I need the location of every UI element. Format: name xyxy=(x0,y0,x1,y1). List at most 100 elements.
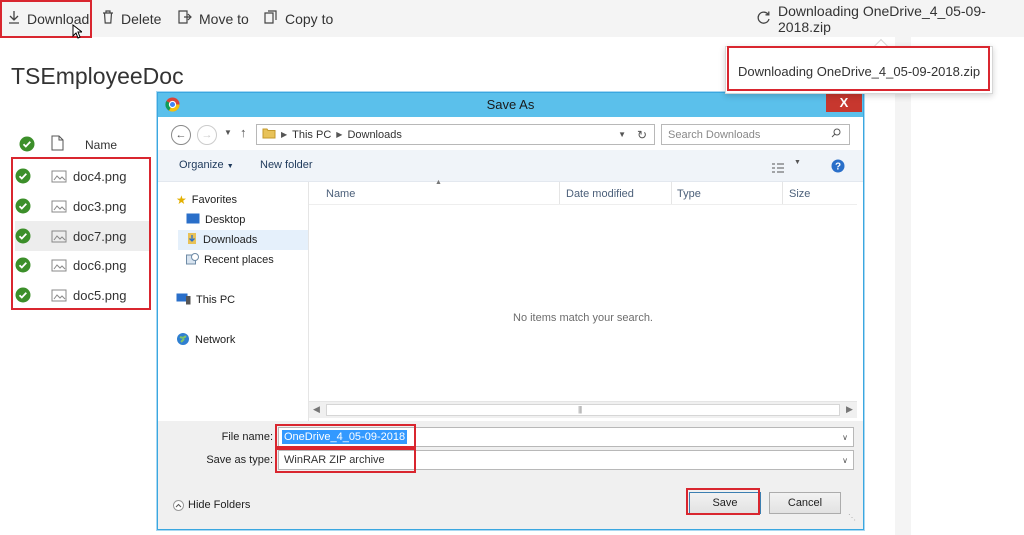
list-item[interactable]: doc3.png xyxy=(15,191,150,221)
organize-menu[interactable]: Organize ▼ xyxy=(179,159,234,171)
hide-folders-toggle[interactable]: Hide Folders xyxy=(173,499,250,511)
cancel-button[interactable]: Cancel xyxy=(769,492,841,514)
dialog-title-bar[interactable]: Save As X xyxy=(158,92,863,117)
tooltip-text: Downloading OneDrive_4_05-09-2018.zip xyxy=(738,64,981,79)
image-file-icon xyxy=(51,230,67,242)
image-file-icon xyxy=(51,259,67,271)
file-name-input[interactable]: OneDrive_4_05-09-2018 ∨ xyxy=(278,427,854,447)
refresh-icon[interactable]: ↻ xyxy=(637,128,647,142)
file-name-label: File name: xyxy=(221,431,273,443)
save-type-label: Save as type: xyxy=(206,454,273,466)
close-button[interactable]: X xyxy=(826,92,862,112)
checked-icon xyxy=(15,168,31,184)
download-status-text: Downloading OneDrive_4_05-09-2018.zip xyxy=(778,2,986,35)
file-name[interactable]: doc7.png xyxy=(73,229,127,244)
scroll-right-icon[interactable]: ▶ xyxy=(846,404,853,415)
download-tooltip: Downloading OneDrive_4_05-09-2018.zip xyxy=(725,38,993,94)
nav-network[interactable]: Network xyxy=(176,331,235,349)
address-bar-row: ← → ▼ ↑ ▶ This PC ▶ Downloads ▼ ↻ Search… xyxy=(158,117,863,150)
select-all-checkbox[interactable] xyxy=(19,136,35,157)
chevron-up-icon xyxy=(173,499,184,511)
checked-icon xyxy=(15,257,31,273)
column-header-name[interactable]: Name xyxy=(326,188,355,200)
checked-icon xyxy=(15,228,31,244)
save-type-select[interactable]: WinRAR ZIP archive ∨ xyxy=(278,450,854,470)
list-item[interactable]: doc4.png xyxy=(15,161,150,191)
forward-button[interactable]: → xyxy=(197,125,217,145)
search-input[interactable]: Search Downloads xyxy=(661,124,850,145)
sort-arrow-icon: ▲ xyxy=(435,179,442,186)
copy-to-label: Copy to xyxy=(285,10,334,27)
move-to-icon xyxy=(178,10,192,27)
address-dropdown[interactable]: ▼ xyxy=(618,130,626,139)
dialog-toolbar: Organize ▼ New folder ▼ ? xyxy=(158,150,863,182)
move-to-button[interactable]: Move to xyxy=(178,0,249,37)
download-status[interactable]: Downloading OneDrive_4_05-09-2018.zip xyxy=(756,0,1024,37)
nav-desktop[interactable]: Desktop xyxy=(186,211,245,229)
list-item[interactable]: doc5.png xyxy=(15,280,150,310)
file-name[interactable]: doc6.png xyxy=(73,258,127,273)
checked-icon xyxy=(15,287,31,303)
image-file-icon xyxy=(51,170,67,182)
nav-this-pc[interactable]: This PC xyxy=(176,291,235,309)
command-bar: Download Delete Move to Copy to Download… xyxy=(0,0,1024,37)
recent-locations-dropdown[interactable]: ▼ xyxy=(224,128,232,137)
recent-places-icon xyxy=(186,252,199,268)
resize-grip-icon[interactable]: ⋱ xyxy=(848,513,856,522)
column-header-date[interactable]: Date modified xyxy=(566,188,634,200)
dialog-footer: File name: OneDrive_4_05-09-2018 ∨ Save … xyxy=(158,421,863,529)
sync-icon xyxy=(756,10,771,28)
breadcrumb-downloads[interactable]: Downloads xyxy=(347,129,401,141)
delete-button[interactable]: Delete xyxy=(102,0,161,37)
checked-icon xyxy=(15,198,31,214)
nav-recent-places[interactable]: Recent places xyxy=(186,251,274,269)
save-type-dropdown[interactable]: ∨ xyxy=(842,456,848,465)
horizontal-scrollbar[interactable]: ◀ ||| ▶ xyxy=(309,401,857,418)
scroll-thumb[interactable]: ||| xyxy=(326,404,840,416)
star-icon: ★ xyxy=(176,193,187,207)
file-name[interactable]: doc5.png xyxy=(73,288,127,303)
scroll-left-icon[interactable]: ◀ xyxy=(313,404,320,415)
arrow-left-icon: ← xyxy=(175,129,187,141)
file-name[interactable]: doc3.png xyxy=(73,199,127,214)
view-dropdown[interactable]: ▼ xyxy=(794,159,801,166)
list-item[interactable]: doc7.png xyxy=(15,221,150,251)
list-item[interactable]: doc6.png xyxy=(15,250,150,280)
copy-to-button[interactable]: Copy to xyxy=(264,0,333,37)
file-type-icon xyxy=(51,135,64,156)
computer-icon xyxy=(176,293,191,308)
nav-downloads[interactable]: Downloads xyxy=(178,230,308,250)
empty-message: No items match your search. xyxy=(513,312,653,324)
file-name[interactable]: doc4.png xyxy=(73,169,127,184)
address-field[interactable]: ▶ This PC ▶ Downloads ▼ ↻ xyxy=(256,124,655,145)
details-pane xyxy=(895,37,1024,535)
breadcrumb-this-pc[interactable]: This PC xyxy=(292,129,331,141)
network-icon xyxy=(176,332,190,349)
delete-label: Delete xyxy=(121,10,162,27)
help-icon[interactable]: ? xyxy=(831,159,845,178)
new-folder-button[interactable]: New folder xyxy=(260,159,313,171)
arrow-right-icon: → xyxy=(201,129,213,141)
copy-icon xyxy=(264,10,278,27)
save-as-dialog: Save As X ← → ▼ ↑ ▶ This PC ▶ Downloads … xyxy=(157,92,864,530)
view-options-icon[interactable] xyxy=(771,160,785,178)
up-button[interactable]: ↑ xyxy=(240,125,247,140)
back-button[interactable]: ← xyxy=(171,125,191,145)
downloads-folder-icon xyxy=(186,232,198,248)
image-file-icon xyxy=(51,200,67,212)
download-icon xyxy=(8,10,20,27)
name-column-header[interactable]: Name xyxy=(85,138,117,152)
save-button[interactable]: Save xyxy=(689,492,761,514)
column-header-type[interactable]: Type xyxy=(677,188,701,200)
nav-favorites[interactable]: ★ Favorites xyxy=(176,191,237,209)
file-name-value: OneDrive_4_05-09-2018 xyxy=(282,430,408,444)
page-title: TSEmployeeDoc xyxy=(11,63,184,89)
folder-icon xyxy=(262,127,276,142)
dialog-title: Save As xyxy=(486,97,535,112)
search-icon xyxy=(831,128,841,141)
column-header-size[interactable]: Size xyxy=(789,188,810,200)
image-file-icon xyxy=(51,289,67,301)
search-placeholder: Search Downloads xyxy=(668,128,761,141)
file-name-dropdown[interactable]: ∨ xyxy=(842,433,848,442)
move-to-label: Move to xyxy=(199,10,249,27)
